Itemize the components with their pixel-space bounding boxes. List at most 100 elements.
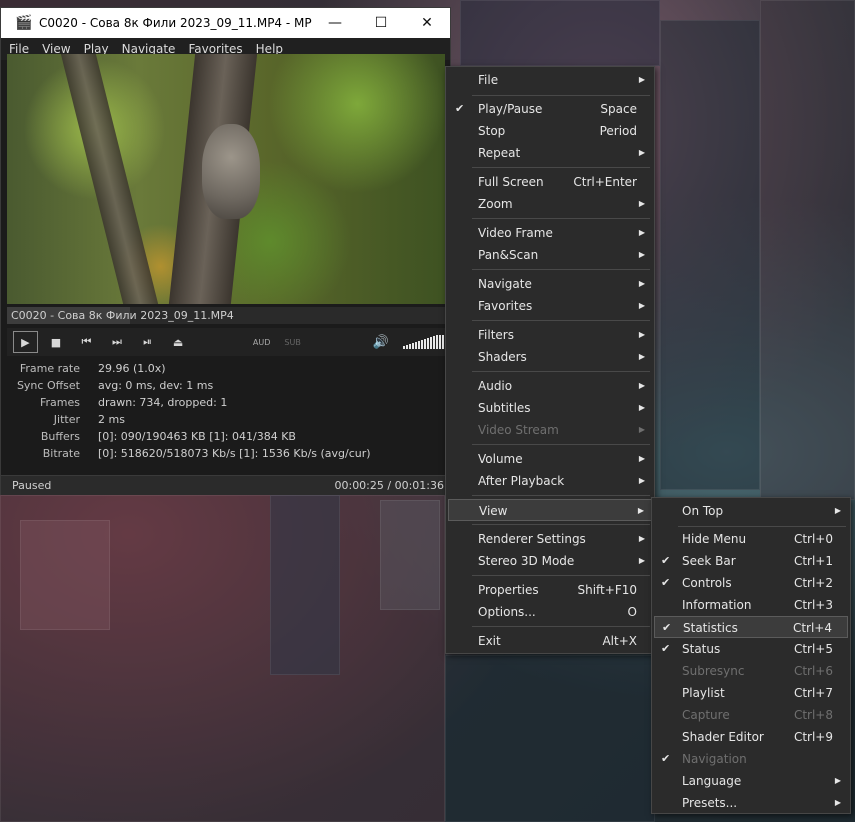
menu-item-shader-editor[interactable]: Shader Editor Ctrl+9 bbox=[654, 726, 848, 748]
menu-item-seek-bar[interactable]: ✔ Seek Bar Ctrl+1 bbox=[654, 550, 848, 572]
stop-button[interactable]: ■ bbox=[44, 331, 69, 353]
menu-item-controls[interactable]: ✔ Controls Ctrl+2 bbox=[654, 572, 848, 594]
menu-item-after-playback[interactable]: After Playback ▶ bbox=[448, 470, 652, 492]
window-title: C0020 - Сова 8к Фили 2023_09_11.MP4 - MP… bbox=[39, 16, 312, 30]
stat-row: Bitrate [0]: 518620/518073 Kb/s [1]: 153… bbox=[7, 445, 445, 462]
menu-item-label: Options... bbox=[478, 605, 536, 619]
menu-item-repeat[interactable]: Repeat ▶ bbox=[448, 142, 652, 164]
audio-track-button[interactable]: AUD bbox=[253, 338, 271, 347]
menu-item-options[interactable]: Options... O bbox=[448, 601, 652, 623]
menu-item-label: Status bbox=[682, 642, 721, 656]
menu-item-properties[interactable]: Properties Shift+F10 bbox=[448, 579, 652, 601]
menu-item-favorites[interactable]: Favorites ▶ bbox=[448, 295, 652, 317]
menu-item-shortcut: Ctrl+7 bbox=[793, 686, 833, 700]
chevron-right-icon: ▶ bbox=[834, 506, 841, 515]
menu-item-label: Subresync bbox=[682, 664, 745, 678]
checkmark-icon: ✔ bbox=[661, 554, 671, 567]
menu-item-label: Seek Bar bbox=[682, 554, 736, 568]
playback-time: 00:00:25 / 00:01:36 bbox=[334, 479, 444, 492]
wallpaper-panel bbox=[460, 0, 660, 66]
menu-item-status[interactable]: ✔ Status Ctrl+5 bbox=[654, 638, 848, 660]
menu-item-information[interactable]: Information Ctrl+3 bbox=[654, 594, 848, 616]
chevron-right-icon: ▶ bbox=[637, 506, 644, 515]
stat-row: Sync Offset avg: 0 ms, dev: 1 ms bbox=[7, 377, 445, 394]
menu-item-presets[interactable]: Presets... ▶ bbox=[654, 792, 848, 814]
menu-item-shortcut: Period bbox=[599, 124, 637, 138]
menu-item-shortcut: Ctrl+8 bbox=[793, 708, 833, 722]
menu-item-view[interactable]: View ▶ bbox=[448, 499, 652, 521]
checkmark-icon: ✔ bbox=[661, 642, 671, 655]
stat-label: Frames bbox=[39, 396, 80, 409]
menu-item-video-stream: Video Stream ▶ bbox=[448, 419, 652, 441]
stat-value: 2 ms bbox=[98, 413, 125, 426]
menu-item-stop[interactable]: Stop Period bbox=[448, 120, 652, 142]
speaker-icon[interactable]: 🔊 bbox=[373, 335, 389, 350]
menu-item-label: File bbox=[478, 73, 499, 87]
video-content bbox=[60, 54, 159, 304]
menu-item-hide-menu[interactable]: Hide Menu Ctrl+0 bbox=[654, 528, 848, 550]
next-button[interactable]: ⏭ bbox=[105, 331, 130, 353]
menu-item-navigate[interactable]: Navigate ▶ bbox=[448, 273, 652, 295]
menu-item-navigation: ✔ Navigation bbox=[654, 748, 848, 770]
menu-item-filters[interactable]: Filters ▶ bbox=[448, 324, 652, 346]
subtitle-track-button[interactable]: SUB bbox=[284, 338, 300, 347]
view-submenu: On Top ▶ Hide Menu Ctrl+0 ✔ Seek Bar Ctr… bbox=[651, 497, 851, 814]
close-button[interactable]: ✕ bbox=[404, 8, 450, 38]
stat-value: 29.96 (1.0x) bbox=[98, 362, 166, 375]
menu-item-label: After Playback bbox=[478, 474, 565, 488]
menu-item-renderer-settings[interactable]: Renderer Settings ▶ bbox=[448, 528, 652, 550]
menu-item-label: On Top bbox=[682, 504, 724, 518]
chevron-right-icon: ▶ bbox=[638, 454, 645, 463]
menu-item-subresync: Subresync Ctrl+6 bbox=[654, 660, 848, 682]
menu-item-statistics[interactable]: ✔ Statistics Ctrl+4 bbox=[654, 616, 848, 638]
title-bar[interactable]: 🎬 C0020 - Сова 8к Фили 2023_09_11.MP4 - … bbox=[1, 8, 450, 38]
menu-item-zoom[interactable]: Zoom ▶ bbox=[448, 193, 652, 215]
wallpaper-panel bbox=[445, 655, 655, 822]
seek-bar[interactable]: C0020 - Сова 8к Фили 2023_09_11.MP4 bbox=[7, 307, 445, 324]
menu-item-full-screen[interactable]: Full Screen Ctrl+Enter bbox=[448, 171, 652, 193]
stat-row: Buffers [0]: 090/190463 KB [1]: 041/384 … bbox=[7, 428, 445, 445]
menu-item-label: Favorites bbox=[478, 299, 533, 313]
menu-item-label: Stereo 3D Mode bbox=[478, 554, 575, 568]
menu-item-exit[interactable]: Exit Alt+X bbox=[448, 630, 652, 652]
stat-value: drawn: 734, dropped: 1 bbox=[98, 396, 228, 409]
menu-item-on-top[interactable]: On Top ▶ bbox=[654, 500, 848, 522]
menu-item-label: Renderer Settings bbox=[478, 532, 586, 546]
chevron-right-icon: ▶ bbox=[638, 199, 645, 208]
menu-item-pan-scan[interactable]: Pan&Scan ▶ bbox=[448, 244, 652, 266]
menu-item-language[interactable]: Language ▶ bbox=[654, 770, 848, 792]
menu-item-subtitles[interactable]: Subtitles ▶ bbox=[448, 397, 652, 419]
clapperboard-icon: 🎬 bbox=[15, 15, 33, 31]
chevron-right-icon: ▶ bbox=[638, 425, 645, 434]
menu-item-shortcut: Alt+X bbox=[602, 634, 637, 648]
menu-item-play-pause[interactable]: ✔ Play/Pause Space bbox=[448, 98, 652, 120]
minimize-button[interactable]: — bbox=[312, 8, 358, 38]
menu-item-playlist[interactable]: Playlist Ctrl+7 bbox=[654, 682, 848, 704]
previous-button[interactable]: ⏮ bbox=[74, 331, 99, 353]
menu-item-label: Controls bbox=[682, 576, 732, 590]
menu-item-shortcut: Ctrl+6 bbox=[793, 664, 833, 678]
menu-item-video-frame[interactable]: Video Frame ▶ bbox=[448, 222, 652, 244]
menu-item-file[interactable]: File ▶ bbox=[448, 69, 652, 91]
menu-item-volume[interactable]: Volume ▶ bbox=[448, 448, 652, 470]
chevron-right-icon: ▶ bbox=[638, 228, 645, 237]
menu-item-audio[interactable]: Audio ▶ bbox=[448, 375, 652, 397]
menu-item-shortcut: O bbox=[627, 605, 637, 619]
frame-step-button[interactable]: ⏯ bbox=[135, 331, 160, 353]
wallpaper-panel bbox=[270, 495, 340, 675]
stat-value: [0]: 090/190463 KB [1]: 041/384 KB bbox=[98, 430, 296, 443]
video-frame[interactable] bbox=[7, 54, 445, 304]
volume-slider[interactable] bbox=[403, 335, 445, 349]
stat-label: Bitrate bbox=[42, 447, 80, 460]
chevron-right-icon: ▶ bbox=[638, 352, 645, 361]
wallpaper-panel bbox=[20, 520, 110, 630]
chevron-right-icon: ▶ bbox=[638, 301, 645, 310]
maximize-button[interactable]: ☐ bbox=[358, 8, 404, 38]
menu-item-shortcut: Ctrl+5 bbox=[793, 642, 833, 656]
chevron-right-icon: ▶ bbox=[638, 279, 645, 288]
menu-item-shortcut: Space bbox=[600, 102, 637, 116]
menu-item-stereo-3d-mode[interactable]: Stereo 3D Mode ▶ bbox=[448, 550, 652, 572]
menu-item-shaders[interactable]: Shaders ▶ bbox=[448, 346, 652, 368]
eject-button[interactable]: ⏏ bbox=[166, 331, 191, 353]
play-button[interactable]: ▶ bbox=[13, 331, 38, 353]
